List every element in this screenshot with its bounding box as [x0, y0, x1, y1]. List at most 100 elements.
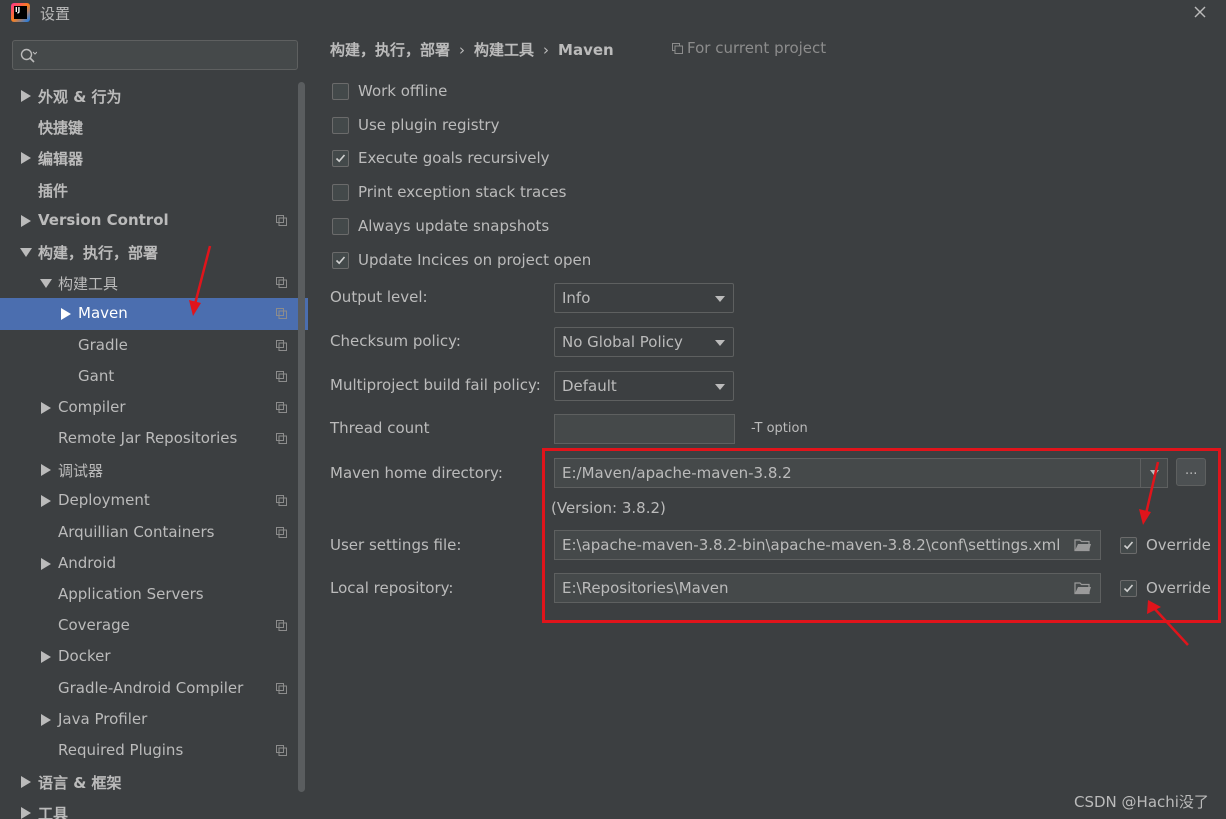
maven-home-combo[interactable]: E:/Maven/apache-maven-3.8.2: [554, 458, 1168, 488]
expand-right-arrow-icon[interactable]: [40, 401, 52, 414]
expand-right-arrow-icon[interactable]: [40, 713, 52, 726]
multiproject-fail-policy-label: Multiproject build fail policy:: [330, 376, 541, 394]
close-icon[interactable]: [1190, 2, 1210, 22]
sidebar-item[interactable]: Gant: [0, 361, 308, 392]
sidebar-item-label: 编辑器: [38, 150, 84, 169]
sidebar-item-label: 构建工具: [58, 275, 119, 294]
sidebar-item[interactable]: 构建工具: [0, 267, 308, 298]
sidebar-item[interactable]: 插件: [0, 174, 308, 205]
sidebar-item-label: 调试器: [58, 462, 104, 481]
expand-right-arrow-icon[interactable]: [40, 557, 52, 570]
sidebar-item-label: Java Profiler: [58, 709, 148, 728]
search-icon: [20, 48, 37, 63]
checkbox-print-exception-stack-traces[interactable]: Print exception stack traces: [332, 181, 566, 203]
checkmark-icon: [335, 153, 346, 162]
expand-right-arrow-icon[interactable]: [20, 90, 32, 102]
sidebar-item[interactable]: Remote Jar Repositories: [0, 423, 308, 454]
checkbox-update-indices-on-open[interactable]: Update Incices on project open: [332, 249, 591, 271]
sidebar-item-label: 快捷键: [38, 119, 84, 138]
maven-home-dropdown[interactable]: [1140, 459, 1167, 487]
breadcrumb-separator: ›: [459, 41, 466, 59]
settings-sidebar: 外观 & 行为快捷键编辑器插件 Version Control 构建，执行，部署构建…: [0, 26, 308, 819]
sidebar-item[interactable]: Arquillian Containers: [0, 517, 308, 548]
work-offline-checkbox[interactable]: [332, 82, 349, 100]
project-level-icon: [276, 682, 287, 694]
sidebar-item-label: Coverage: [58, 616, 130, 635]
output-level-select[interactable]: Info: [554, 283, 734, 313]
sidebar-item-label: Remote Jar Repositories: [58, 429, 238, 448]
sidebar-scrollbar[interactable]: [298, 82, 305, 792]
expand-right-arrow-icon[interactable]: [60, 308, 72, 321]
search-input[interactable]: [43, 45, 293, 65]
local-repository-label: Local repository:: [330, 579, 454, 597]
sidebar-item[interactable]: Java Profiler: [0, 704, 308, 735]
expand-right-arrow-icon[interactable]: [20, 776, 32, 789]
sidebar-item[interactable]: Maven: [0, 298, 308, 330]
sidebar-item-label: 构建，执行，部署: [38, 243, 159, 262]
breadcrumb-item[interactable]: 构建工具: [474, 41, 534, 59]
sidebar-item-label: Compiler: [58, 397, 126, 416]
multiproject-fail-policy-select[interactable]: Default: [554, 371, 734, 401]
user-settings-override[interactable]: Override: [1120, 534, 1211, 556]
checkbox-work-offline[interactable]: Work offline: [332, 80, 447, 102]
sidebar-item[interactable]: Gradle: [0, 330, 308, 361]
local-repository-override[interactable]: Override: [1120, 577, 1211, 599]
checkmark-icon: [1123, 583, 1134, 592]
update-indices-checkbox[interactable]: [332, 251, 349, 269]
maven-home-value: E:/Maven/apache-maven-3.8.2: [562, 464, 792, 482]
sidebar-item[interactable]: Android: [0, 548, 308, 579]
expand-right-arrow-icon[interactable]: [20, 152, 32, 165]
sidebar-item[interactable]: 快捷键: [0, 111, 308, 142]
sidebar-item[interactable]: Docker: [0, 641, 308, 672]
project-level-icon: [276, 308, 287, 320]
expand-right-arrow-icon[interactable]: [40, 464, 52, 477]
project-level-icon: [276, 620, 287, 632]
expand-down-arrow-icon[interactable]: [40, 277, 52, 289]
expand-right-arrow-icon[interactable]: [20, 214, 32, 227]
user-settings-override-checkbox[interactable]: [1120, 536, 1137, 554]
sidebar-item-label: Android: [58, 553, 116, 572]
settings-search[interactable]: [12, 40, 298, 70]
project-level-icon: [276, 433, 287, 445]
sidebar-item[interactable]: 构建，执行，部署: [0, 236, 308, 267]
local-repository-input[interactable]: E:\Repositories\Maven: [554, 573, 1101, 603]
user-settings-input[interactable]: E:\apache-maven-3.8.2-bin\apache-maven-3…: [554, 530, 1101, 560]
output-level-value: Info: [562, 289, 591, 307]
sidebar-item[interactable]: 调试器: [0, 454, 308, 485]
folder-icon[interactable]: [1074, 581, 1092, 595]
sidebar-item[interactable]: 外观 & 行为: [0, 80, 308, 111]
sidebar-item-label: 插件: [38, 181, 69, 200]
sidebar-item[interactable]: Gradle-Android Compiler: [0, 673, 308, 704]
execute-goals-recursively-checkbox[interactable]: [332, 149, 349, 167]
checksum-policy-select[interactable]: No Global Policy: [554, 327, 734, 357]
sidebar-item[interactable]: 语言 & 框架: [0, 766, 308, 797]
chevron-down-icon: [715, 384, 725, 390]
expand-down-arrow-icon[interactable]: [20, 246, 32, 258]
sidebar-item[interactable]: Application Servers: [0, 579, 308, 610]
output-level-label: Output level:: [330, 288, 428, 306]
expand-right-arrow-icon[interactable]: [40, 651, 52, 664]
sidebar-item[interactable]: Deployment: [0, 485, 308, 516]
sidebar-item[interactable]: 工具: [0, 797, 308, 819]
print-exception-stack-traces-checkbox[interactable]: [332, 183, 349, 201]
sidebar-item[interactable]: 编辑器: [0, 142, 308, 173]
sidebar-item[interactable]: Version Control: [0, 205, 308, 236]
chevron-down-icon: [715, 340, 725, 346]
checkbox-execute-goals-recursively[interactable]: Execute goals recursively: [332, 147, 550, 169]
sidebar-item[interactable]: Compiler: [0, 392, 308, 423]
use-plugin-registry-checkbox[interactable]: [332, 116, 349, 134]
expand-right-arrow-icon[interactable]: [20, 807, 32, 819]
breadcrumb-item[interactable]: 构建，执行，部署: [330, 41, 450, 59]
maven-home-browse-button[interactable]: ...: [1176, 458, 1206, 486]
folder-icon[interactable]: [1074, 538, 1092, 552]
checkbox-always-update-snapshots[interactable]: Always update snapshots: [332, 215, 549, 237]
expand-right-arrow-icon[interactable]: [40, 495, 52, 508]
project-copy-icon: [672, 43, 683, 54]
sidebar-item[interactable]: Coverage: [0, 610, 308, 641]
thread-count-input[interactable]: [554, 414, 735, 444]
sidebar-item[interactable]: Required Plugins: [0, 735, 308, 766]
always-update-snapshots-checkbox[interactable]: [332, 217, 349, 235]
watermark: CSDN @Hachi没了: [1074, 793, 1209, 811]
checkbox-use-plugin-registry[interactable]: Use plugin registry: [332, 114, 499, 136]
local-repository-override-checkbox[interactable]: [1120, 579, 1137, 597]
